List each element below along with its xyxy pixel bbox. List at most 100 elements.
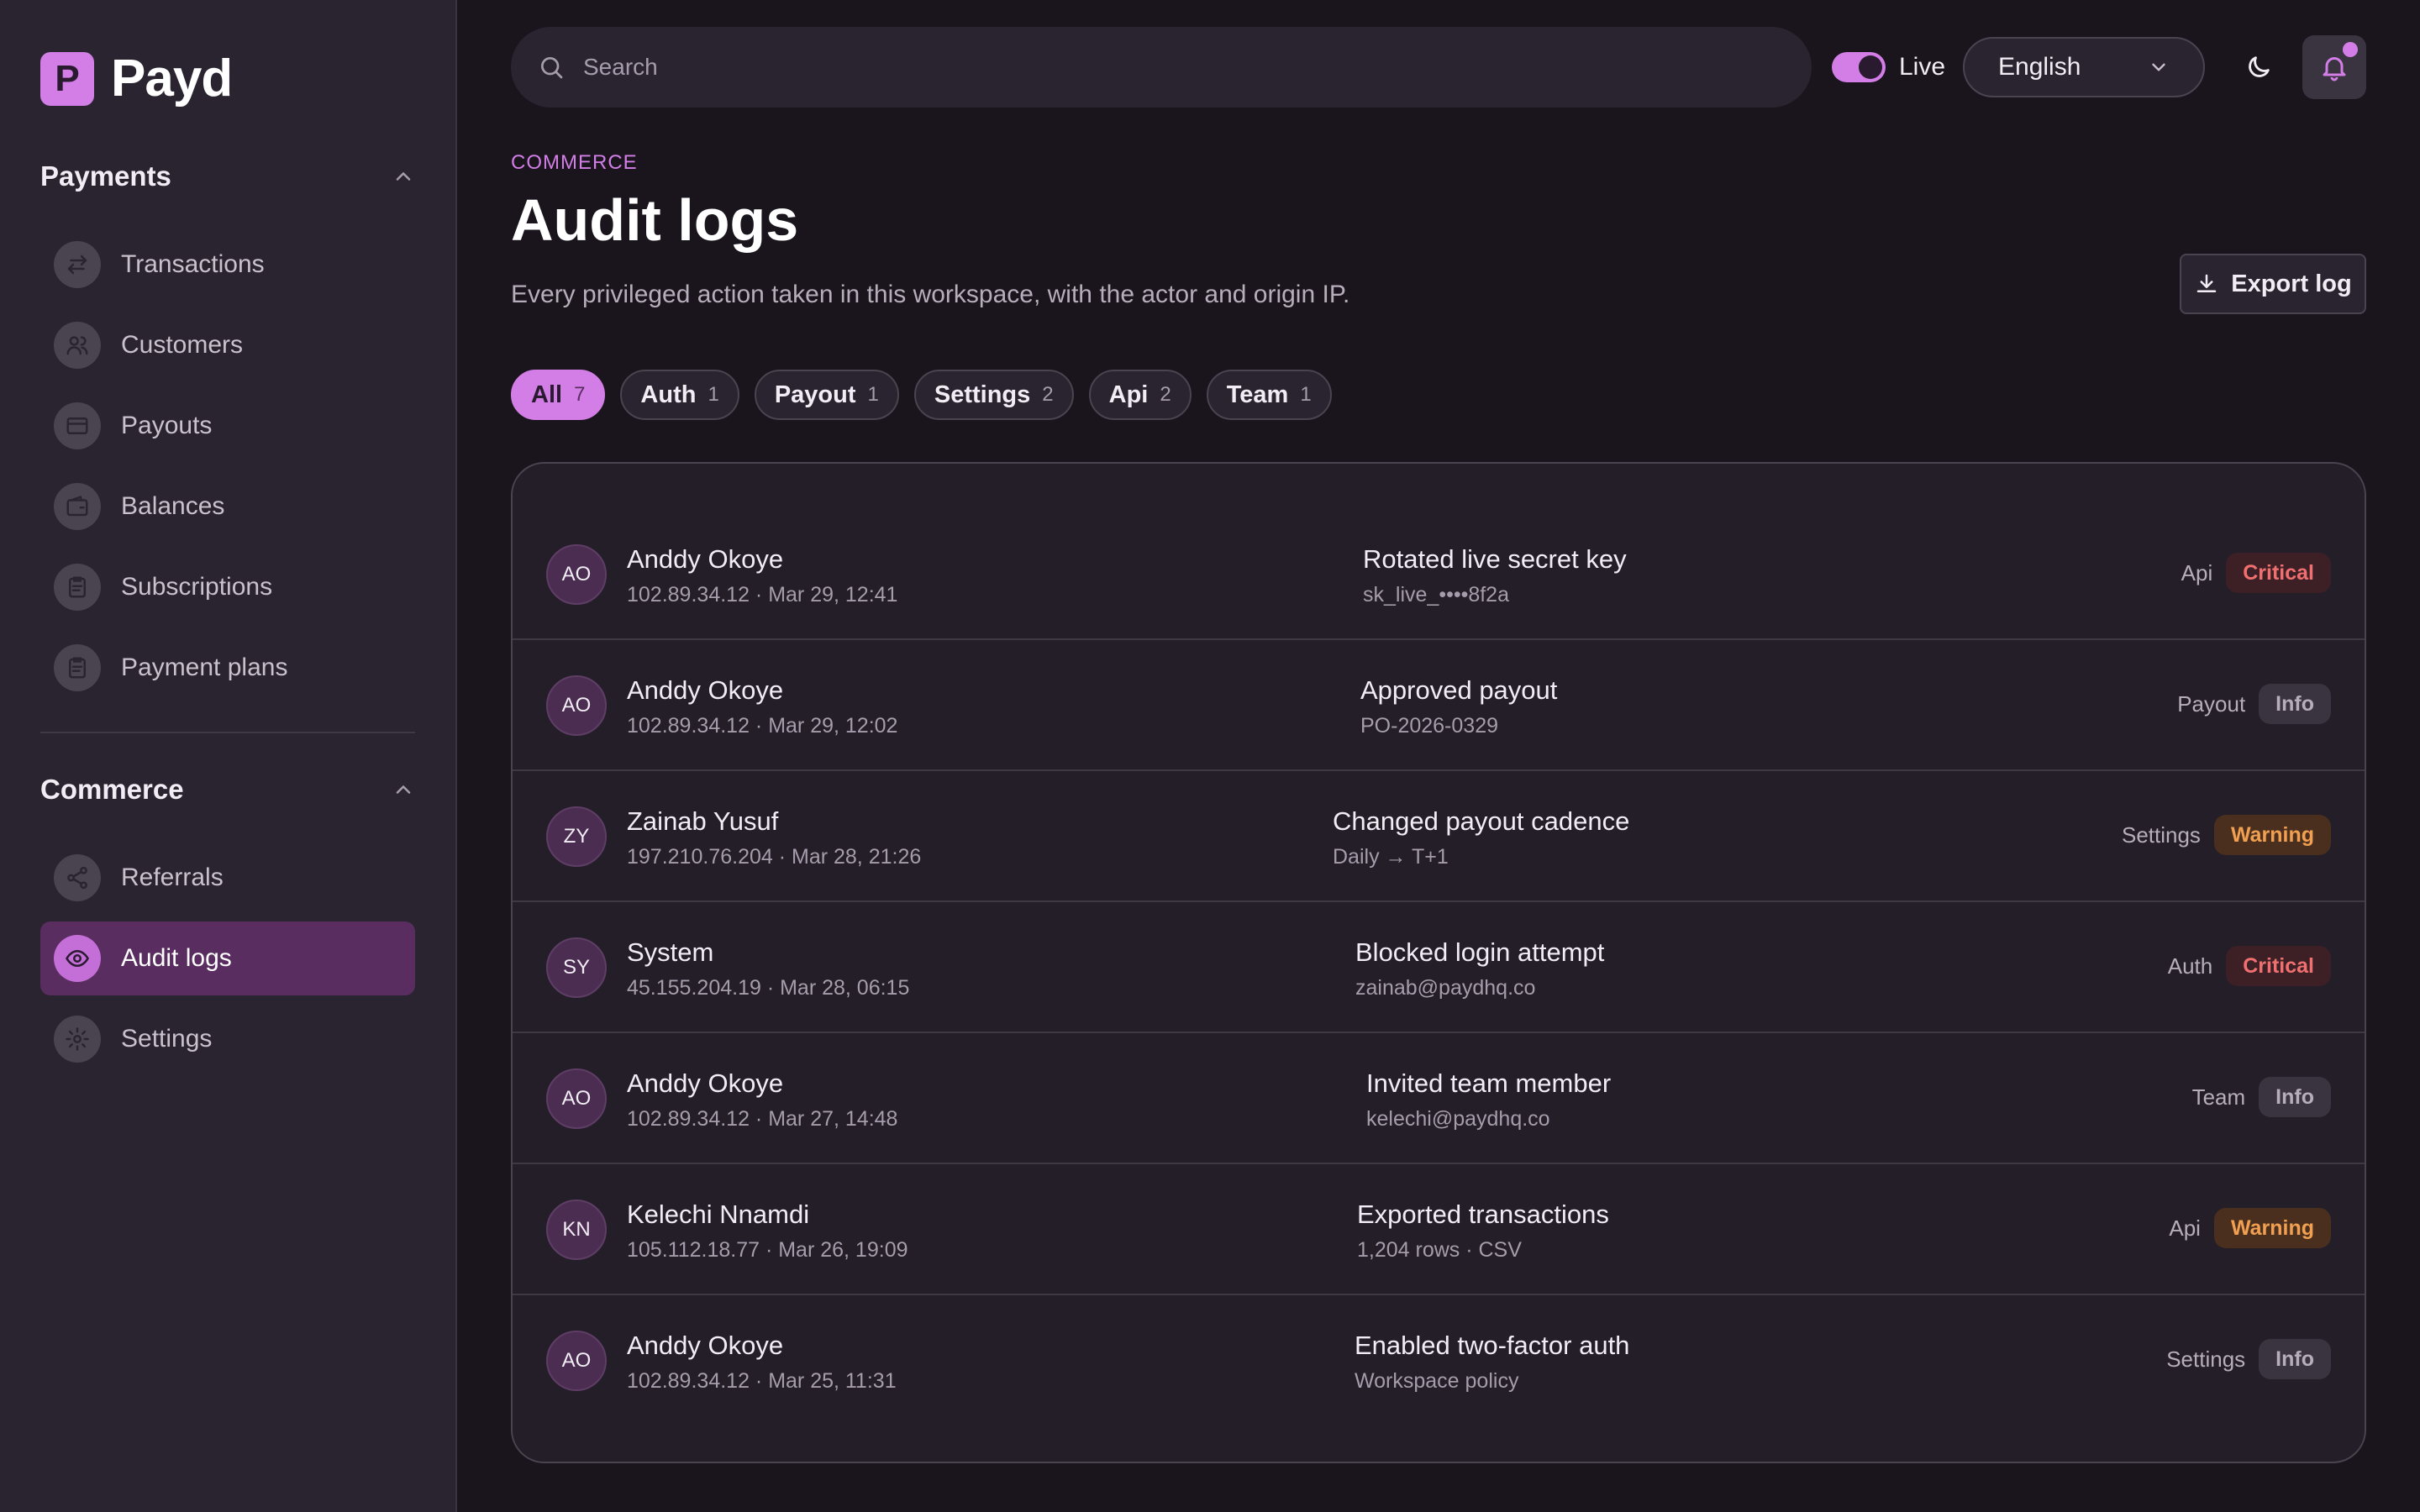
sidebar-item-transactions[interactable]: Transactions [40, 228, 415, 302]
row-tags: Settings Warning [2122, 815, 2331, 855]
section-title: Commerce [40, 774, 184, 805]
live-label: Live [1899, 53, 1946, 81]
sidebar-item-balances[interactable]: Balances [40, 470, 415, 543]
actor-name: Anddy Okoye [627, 675, 784, 705]
filter-chip-api[interactable]: Api 2 [1088, 370, 1192, 420]
download-icon [2197, 274, 2217, 292]
language-select[interactable]: English [1963, 37, 2205, 97]
audit-log-list: AO Anddy Okoye 102.89.34.12 · Mar 29, 12… [511, 462, 2366, 1463]
theme-toggle-button[interactable] [2228, 37, 2289, 97]
chip-label: Payout [774, 381, 856, 408]
row-tags: Team Info [2192, 1077, 2331, 1117]
action-detail: PO-2026-0329 [1360, 714, 1499, 738]
sidebar-item-label: Transactions [121, 250, 265, 278]
filter-chip-all[interactable]: All 7 [511, 370, 606, 420]
category-label: Api [2181, 559, 2213, 585]
list-item[interactable]: AO Anddy Okoye 102.89.34.12 · Mar 25, 11… [513, 1295, 2365, 1426]
category-label: Api [2169, 1215, 2201, 1241]
gear-icon [54, 1016, 101, 1063]
chip-count: 7 [574, 383, 586, 406]
severity-badge: Info [2259, 684, 2331, 724]
severity-badge: Info [2259, 1339, 2331, 1379]
sidebar-item-subscriptions[interactable]: Subscriptions [40, 550, 415, 624]
category-label: Payout [2177, 690, 2246, 717]
severity-badge: Warning [2213, 1208, 2331, 1248]
section-title: Payments [40, 160, 171, 192]
brand-name: Payd [111, 50, 233, 108]
avatar: AO [546, 675, 607, 736]
list-item[interactable]: AO Anddy Okoye 102.89.34.12 · Mar 29, 12… [513, 509, 2365, 640]
logo-mark: P [40, 51, 94, 106]
severity-badge: Warning [2213, 815, 2331, 855]
sidebar-divider [40, 732, 415, 733]
section-commerce-header[interactable]: Commerce [40, 764, 415, 815]
row-tags: Settings Info [2166, 1339, 2331, 1379]
actor-name: Anddy Okoye [627, 1068, 784, 1098]
page-title: Audit logs [511, 187, 799, 253]
chip-label: Team [1226, 381, 1289, 408]
filter-chip-settings[interactable]: Settings 2 [913, 370, 1074, 420]
live-toggle-switch[interactable] [1832, 52, 1886, 82]
sidebar-item-label: Audit logs [121, 944, 232, 972]
sidebar-item-audit-logs[interactable]: Audit logs [40, 921, 415, 995]
avatar: AO [546, 1331, 607, 1391]
live-mode-toggle[interactable]: Live [1832, 52, 1945, 82]
list-item[interactable]: ZY Zainab Yusuf 197.210.76.204 · Mar 28,… [513, 771, 2365, 902]
list-item[interactable]: SY System 45.155.204.19 · Mar 28, 06:15 … [513, 902, 2365, 1033]
filter-chip-auth[interactable]: Auth 1 [620, 370, 739, 420]
language-value: English [1998, 53, 2081, 81]
actor-meta: 102.89.34.12 · Mar 29, 12:02 [627, 714, 898, 738]
wallet-icon [54, 483, 101, 530]
action-detail: Workspace policy [1355, 1369, 1519, 1393]
action-title: Enabled two-factor auth [1355, 1331, 1630, 1360]
chip-count: 2 [1160, 383, 1171, 406]
sidebar-item-payouts[interactable]: Payouts [40, 389, 415, 463]
actor-name: System [627, 937, 714, 967]
section-payments-header[interactable]: Payments [40, 151, 415, 202]
sidebar-item-label: Referrals [121, 864, 224, 891]
actor-meta: 102.89.34.12 · Mar 29, 12:41 [627, 583, 898, 606]
avatar: AO [546, 1068, 607, 1129]
category-label: Settings [2166, 1346, 2246, 1372]
sidebar-item-label: Subscriptions [121, 573, 273, 601]
filter-chips: All 7 Auth 1 Payout 1 Settings 2 Api 2 T… [511, 370, 1347, 420]
search-bar[interactable] [511, 27, 1812, 108]
filter-chip-payout[interactable]: Payout 1 [754, 370, 899, 420]
list-item[interactable]: AO Anddy Okoye 102.89.34.12 · Mar 27, 14… [513, 1033, 2365, 1164]
sidebar-item-payment-plans[interactable]: Payment plans [40, 631, 415, 705]
sidebar-item-label: Customers [121, 331, 244, 359]
chevron-down-icon [2152, 63, 2165, 71]
actor-meta: 197.210.76.204 · Mar 28, 21:26 [627, 845, 922, 869]
list-item[interactable]: AO Anddy Okoye 102.89.34.12 · Mar 29, 12… [513, 640, 2365, 771]
search-input[interactable] [583, 54, 1676, 81]
export-label: Export log [2231, 270, 2352, 297]
category-label: Settings [2121, 822, 2201, 848]
list-item[interactable]: KN Kelechi Nnamdi 105.112.18.77 · Mar 26… [513, 1164, 2365, 1295]
actor-name: Anddy Okoye [627, 1331, 784, 1360]
sidebar-item-referrals[interactable]: Referrals [40, 841, 415, 915]
actor-name: Kelechi Nnamdi [627, 1200, 810, 1229]
notifications-button[interactable] [2302, 35, 2366, 99]
action-detail: kelechi@paydhq.co [1366, 1107, 1550, 1131]
row-tags: Api Critical [2181, 553, 2331, 593]
bell-icon [2323, 57, 2346, 81]
brand-logo[interactable]: P Payd [40, 49, 233, 108]
clipboard-icon [54, 564, 101, 611]
action-detail: Daily → T+1 [1333, 845, 1449, 869]
export-log-button[interactable]: Export log [2180, 254, 2366, 314]
sidebar-item-label: Balances [121, 492, 225, 520]
action-title: Approved payout [1360, 675, 1558, 705]
chip-count: 1 [867, 383, 879, 406]
sidebar-item-customers[interactable]: Customers [40, 308, 415, 382]
sidebar-item-settings[interactable]: Settings [40, 1002, 415, 1076]
avatar: AO [546, 544, 607, 605]
share-icon [54, 854, 101, 901]
page-subtitle: Every privileged action taken in this wo… [511, 281, 1350, 308]
sidebar-item-label: Payment plans [121, 654, 288, 681]
filter-chip-team[interactable]: Team 1 [1206, 370, 1332, 420]
eye-icon [54, 935, 101, 982]
severity-badge: Critical [2226, 553, 2331, 593]
chip-count: 1 [708, 383, 719, 406]
avatar: SY [546, 937, 607, 998]
breadcrumb[interactable]: COMMERCE [511, 151, 638, 175]
